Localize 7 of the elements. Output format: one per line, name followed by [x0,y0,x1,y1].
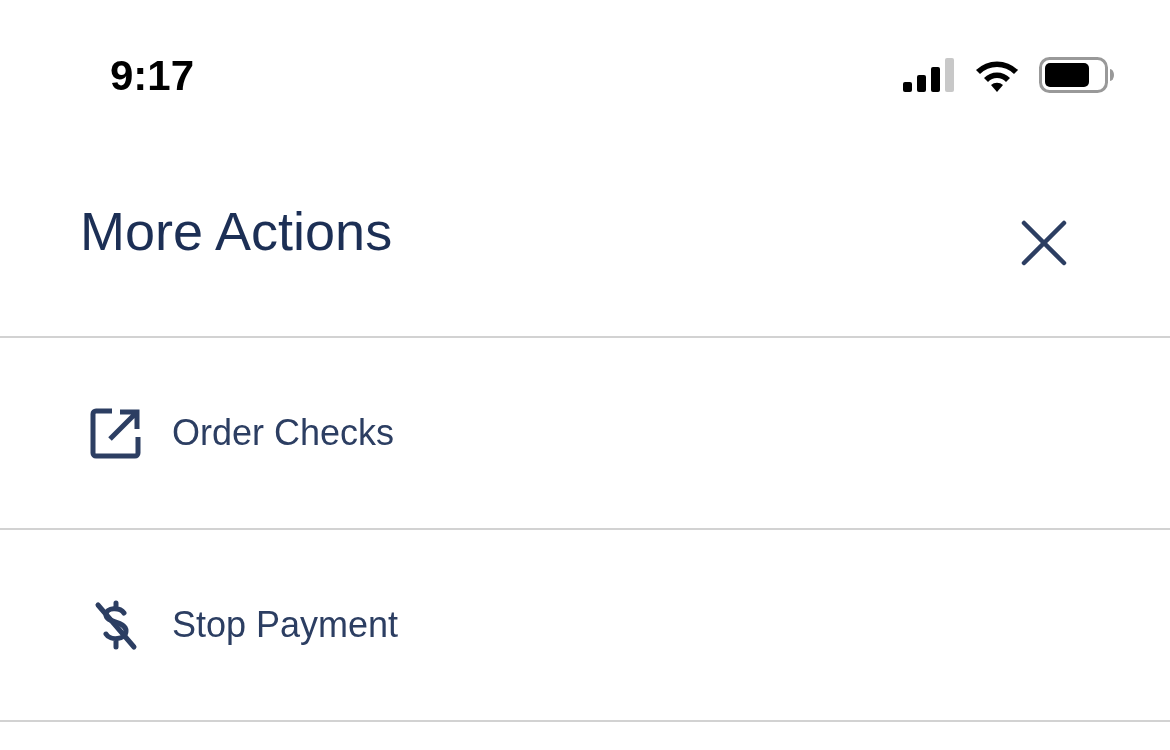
battery-icon [1039,57,1115,93]
action-item[interactable]: Stop Payment [0,530,1170,722]
sheet-title: More Actions [80,199,393,263]
status-time: 9:17 [110,50,195,101]
action-item[interactable]: Order Checks [0,338,1170,530]
external-link-icon [90,407,142,459]
signal-icon [903,58,955,92]
